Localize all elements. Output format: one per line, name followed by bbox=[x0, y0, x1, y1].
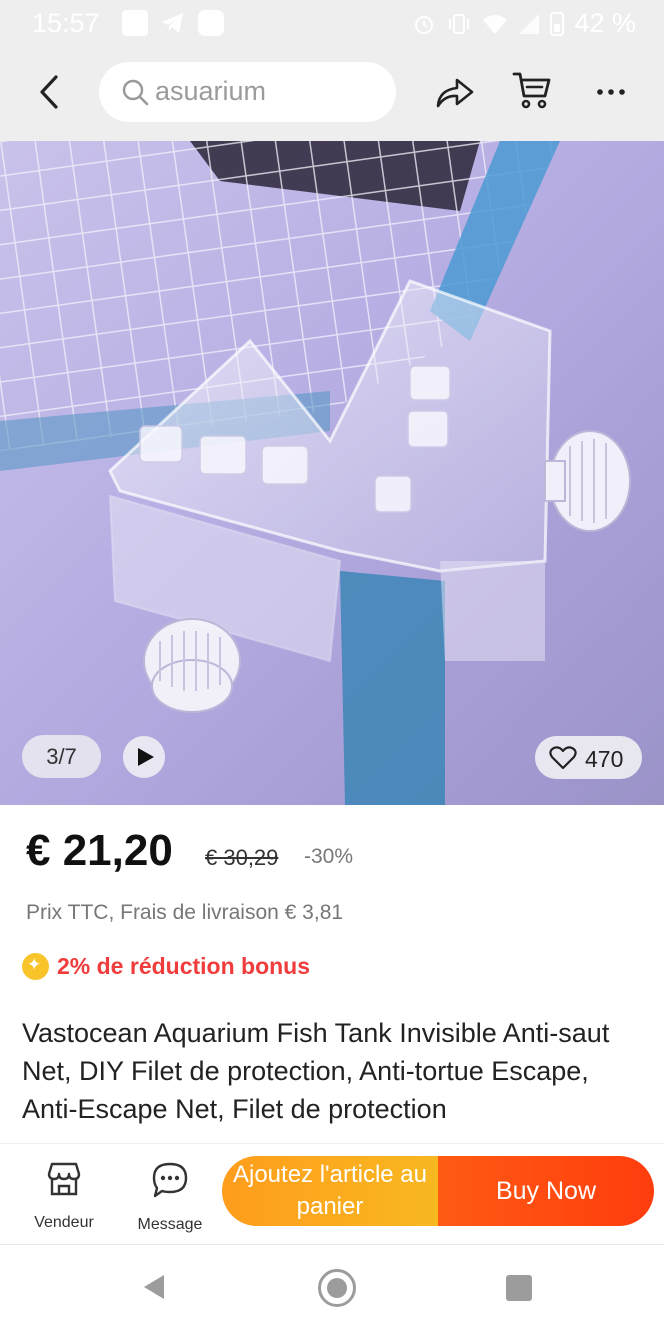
nav-recents-icon[interactable] bbox=[506, 1275, 532, 1301]
product-photo bbox=[0, 141, 631, 805]
heart-icon bbox=[549, 746, 577, 770]
price-note: Prix TTC, Frais de livraison € 3,81 bbox=[26, 901, 344, 924]
buy-now-button[interactable]: Buy Now bbox=[438, 1156, 654, 1226]
image-counter: 3/7 bbox=[22, 735, 101, 778]
vendor-label: Vendeur bbox=[34, 1214, 94, 1231]
search-bar[interactable]: asuarium bbox=[99, 62, 396, 122]
wifi-icon bbox=[483, 14, 508, 34]
system-navigation-bar bbox=[0, 1244, 664, 1328]
nav-home-icon[interactable] bbox=[318, 1269, 356, 1307]
telegram-icon bbox=[162, 13, 183, 33]
share-icon[interactable] bbox=[435, 74, 475, 110]
status-bar: 15:57 42 % bbox=[0, 0, 664, 46]
signal-icon bbox=[519, 13, 540, 34]
chat-bubble-icon bbox=[152, 1162, 188, 1198]
original-price: € 30,29 bbox=[205, 845, 279, 870]
nav-back-icon[interactable] bbox=[140, 1273, 168, 1301]
store-icon bbox=[47, 1162, 81, 1196]
current-price: € 21,20 bbox=[26, 826, 173, 875]
more-icon[interactable] bbox=[594, 76, 628, 106]
cart-icon[interactable] bbox=[512, 70, 552, 110]
message-button[interactable]: Message bbox=[128, 1156, 212, 1236]
status-time: 15:57 bbox=[32, 8, 100, 38]
status-indicators: 42 % bbox=[412, 8, 636, 39]
square-notification-icon bbox=[122, 10, 148, 36]
wishlist-button[interactable]: 470 bbox=[535, 736, 642, 779]
battery-icon bbox=[550, 11, 565, 36]
play-video-button[interactable] bbox=[123, 736, 165, 778]
vendor-button[interactable]: Vendeur bbox=[22, 1156, 106, 1236]
bonus-text[interactable]: 2% de réduction bonus bbox=[57, 953, 310, 980]
app-notification-icon bbox=[198, 10, 224, 36]
wishlist-count: 470 bbox=[585, 746, 624, 772]
search-icon bbox=[122, 79, 149, 106]
message-label: Message bbox=[137, 1216, 203, 1233]
top-header: asuarium bbox=[0, 46, 664, 141]
bonus-coin-icon bbox=[22, 953, 49, 980]
alarm-icon bbox=[415, 15, 434, 34]
back-arrow-icon[interactable] bbox=[30, 72, 70, 112]
battery-percent: 42 % bbox=[574, 8, 636, 38]
discount-percent: -30% bbox=[304, 845, 354, 868]
vibrate-icon bbox=[449, 13, 470, 34]
product-title-container: Vastocean Aquarium Fish Tank Invisible A… bbox=[22, 1014, 642, 1140]
bottom-action-bar: Vendeur Message Ajoutez l'article au pan… bbox=[0, 1143, 664, 1243]
product-title: Vastocean Aquarium Fish Tank Invisible A… bbox=[22, 1018, 610, 1124]
product-image-gallery[interactable]: 3/7 470 bbox=[0, 141, 664, 805]
search-input[interactable]: asuarium bbox=[155, 76, 266, 107]
add-to-cart-button[interactable]: Ajoutez l'article au panier bbox=[222, 1156, 438, 1226]
